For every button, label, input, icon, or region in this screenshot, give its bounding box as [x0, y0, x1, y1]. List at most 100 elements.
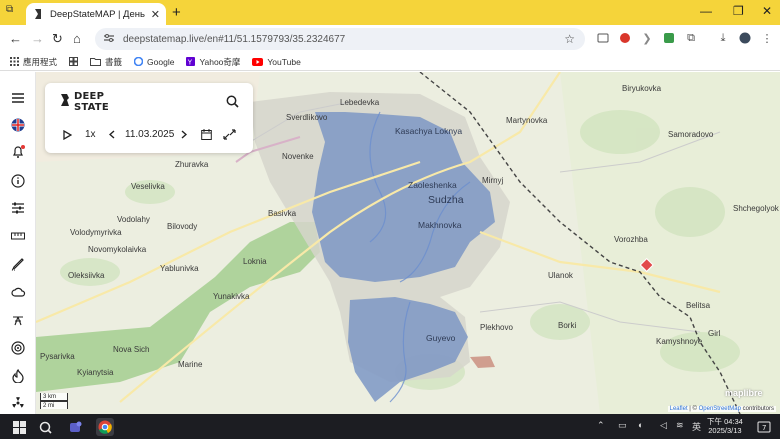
speed-button[interactable]: 1x — [85, 129, 101, 140]
home-icon[interactable]: ⌂ — [73, 31, 81, 46]
place-label: Vorozhba — [614, 235, 648, 244]
bookmarks-bar: 應用程式 書籤 Google Y Yahoo奇摩 YouTube — [0, 53, 780, 71]
info-icon[interactable] — [10, 173, 26, 189]
clock-time: 下午 04:34 — [707, 417, 743, 426]
draw-pencil-icon[interactable] — [10, 256, 26, 272]
satellite-icon[interactable] — [10, 312, 26, 328]
deepstate-logo[interactable]: DEEP STATE — [60, 91, 109, 113]
profile-avatar[interactable] — [738, 31, 752, 45]
close-window-icon[interactable]: ✕ — [762, 4, 772, 18]
tab-deepstatemap[interactable]: DeepStateMAP | День 1114 | ✕ — [26, 3, 166, 25]
grid-icon — [69, 57, 79, 66]
place-label: Loknia — [243, 257, 267, 266]
extension-green-icon[interactable] — [662, 31, 676, 45]
map-attribution: Leaflet | © OpenStreetMap contributors — [667, 406, 776, 412]
apps-grid-icon — [10, 57, 19, 66]
bookmark-folder[interactable]: 書籤 — [90, 56, 122, 68]
scale-mi: 2 mi — [40, 401, 68, 409]
input-language[interactable]: 英 — [692, 420, 701, 433]
bookmark-apps[interactable]: 應用程式 — [10, 56, 57, 68]
teams-icon[interactable] — [66, 418, 84, 436]
back-icon[interactable]: ← — [9, 31, 22, 46]
current-date[interactable]: 11.03.2025 — [125, 129, 177, 140]
language-uk-flag-icon[interactable] — [10, 117, 26, 133]
place-label: Bilovody — [167, 222, 198, 231]
osm-link[interactable]: OpenStreetMap — [699, 406, 741, 412]
downloads-icon[interactable]: ⤓ — [716, 31, 730, 45]
nuclear-radiation-icon[interactable] — [10, 395, 26, 411]
leaflet-link[interactable]: Leaflet — [670, 406, 688, 412]
chrome-menu-icon[interactable]: ⋮ — [760, 31, 774, 45]
bookmark-grid[interactable] — [69, 57, 79, 66]
notifications-bell-icon[interactable] — [10, 144, 26, 160]
chrome-taskbar-icon[interactable] — [96, 418, 114, 436]
browser-toolbar: ← → ↻ ⌂ deepstatemap.live/en#11/51.15797… — [0, 25, 780, 53]
system-clock[interactable]: 下午 04:34 2025/3/13 — [707, 417, 743, 435]
wifi-icon[interactable]: ≋ — [676, 420, 684, 431]
search-icon[interactable] — [226, 95, 239, 113]
bookmark-star-icon[interactable]: ☆ — [564, 32, 575, 46]
attribution-contrib: contributors — [740, 406, 774, 412]
deepstate-favicon-icon — [32, 8, 44, 20]
compare-arrows-icon[interactable] — [223, 129, 237, 140]
site-info-icon[interactable] — [103, 33, 115, 46]
restore-icon[interactable]: ❐ — [733, 4, 744, 18]
new-tab-button[interactable]: + — [172, 4, 181, 21]
windows-start-icon[interactable] — [10, 418, 28, 436]
extension-icon[interactable] — [596, 31, 610, 45]
tray-chevron-icon[interactable]: ⌃ — [597, 420, 605, 431]
place-label: Novenke — [282, 152, 314, 161]
place-label: Volodymyrivka — [70, 228, 122, 237]
minimize-icon[interactable]: — — [700, 4, 712, 18]
tab-search-button[interactable]: ⧉ — [6, 4, 13, 15]
forward-icon[interactable]: → — [31, 31, 44, 46]
attribution-separator: | © — [687, 406, 699, 412]
yahoo-icon: Y — [186, 57, 196, 67]
prev-day-chevron-icon[interactable] — [109, 130, 119, 139]
ruler-icon[interactable] — [10, 228, 26, 244]
bookmark-google[interactable]: Google — [134, 57, 174, 67]
clock-date: 2025/3/13 — [708, 426, 742, 435]
volume-icon[interactable]: ◐ — [638, 420, 643, 430]
place-label: Martynovka — [506, 116, 548, 125]
notification-count: 7 — [762, 424, 766, 432]
reload-icon[interactable]: ↻ — [52, 31, 63, 47]
radar-icon[interactable] — [10, 340, 26, 356]
place-label: Vodolahy — [117, 215, 150, 224]
svg-text:Y: Y — [187, 59, 193, 67]
deepstate-logo-icon — [60, 92, 70, 113]
speaker-icon[interactable]: ◁ — [660, 420, 667, 431]
extension-red-icon[interactable] — [618, 31, 632, 45]
youtube-icon — [252, 57, 264, 66]
bookmark-youtube[interactable]: YouTube — [252, 57, 301, 67]
google-icon — [134, 57, 144, 66]
notification-center-icon[interactable]: 7 — [755, 418, 773, 436]
extensions-puzzle-icon[interactable]: ⧉ — [684, 31, 698, 45]
play-icon[interactable] — [63, 129, 77, 140]
maplibre-logo[interactable]: maplibre — [725, 388, 763, 398]
address-bar[interactable]: deepstatemap.live/en#11/51.1579793/35.23… — [95, 28, 585, 50]
place-label: Kamyshnoye — [656, 337, 703, 346]
place-label: Sverdlikovo — [286, 113, 328, 122]
search-icon[interactable] — [36, 418, 54, 436]
place-label: Makhnovka — [418, 220, 462, 230]
weather-cloud-icon[interactable] — [10, 284, 26, 300]
place-label: Guyevo — [426, 333, 456, 343]
calendar-icon[interactable] — [201, 129, 217, 140]
menu-icon[interactable] — [10, 90, 26, 106]
network-icon[interactable]: ▭ — [618, 420, 627, 431]
close-tab-icon[interactable]: ✕ — [151, 8, 160, 21]
place-label: Pysarivka — [40, 352, 75, 361]
filters-sliders-icon[interactable] — [10, 200, 26, 216]
next-day-chevron-icon[interactable] — [181, 130, 195, 139]
place-label: Marine — [178, 360, 203, 369]
timeline-controls: 1x 11.03.2025 — [63, 129, 237, 140]
place-label: Zhuravka — [175, 160, 209, 169]
place-label: Zaoleshenka — [408, 180, 457, 190]
extension-arrow-icon[interactable]: ❯ — [640, 31, 654, 45]
tab-strip: ⧉ DeepStateMAP | День 1114 | ✕ + — ❐ ✕ — [0, 0, 780, 25]
logo-line-1: DEEP — [74, 91, 105, 102]
url-text: deepstatemap.live/en#11/51.1579793/35.23… — [123, 33, 346, 45]
fire-icon[interactable] — [10, 368, 26, 384]
bookmark-yahoo[interactable]: Y Yahoo奇摩 — [186, 56, 240, 68]
